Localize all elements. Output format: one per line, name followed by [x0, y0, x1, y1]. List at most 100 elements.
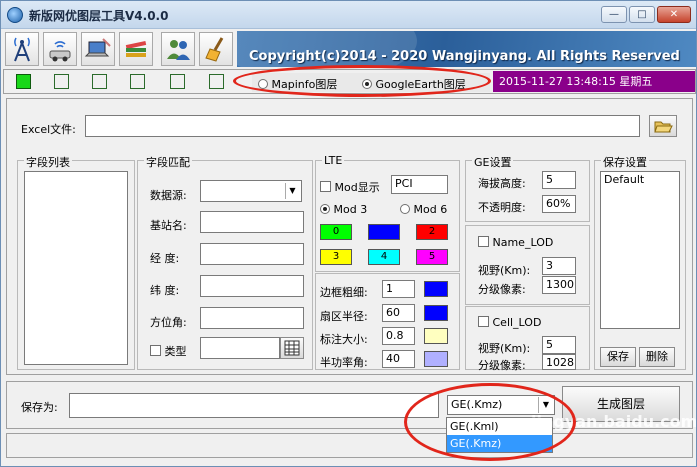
half-power-color-swatch[interactable] [424, 351, 448, 367]
status-led-6 [209, 74, 224, 89]
opacity-input[interactable]: 60% [542, 195, 576, 213]
altitude-input[interactable]: 5 [542, 171, 576, 189]
users-icon [167, 40, 190, 60]
title-bar[interactable]: 新版网优图层工具V4.0.0 — □ ✕ [1, 1, 696, 29]
lte-group: LTE Mod显示 PCI Mod 3 Mod 6 0 2 3 4 5 [315, 154, 460, 272]
delete-button[interactable]: 删除 [639, 347, 675, 367]
save-settings-list[interactable]: Default [600, 171, 680, 329]
data-source-select[interactable]: ▼ [200, 180, 302, 202]
longitude-label: 经 度: [150, 252, 180, 265]
mod-display-value[interactable]: PCI [391, 175, 448, 194]
cell-lod-checkbox[interactable] [478, 316, 489, 327]
broom-button[interactable] [199, 32, 233, 66]
save-settings-title: 保存设置 [601, 154, 649, 170]
table-grid-icon [284, 340, 300, 356]
app-window: 新版网优图层工具V4.0.0 — □ ✕ Copyright(c)2014 - … [0, 0, 697, 467]
googleearth-layer-label: GoogleEarth图层 [375, 78, 466, 91]
type-label: 类型 [164, 345, 187, 358]
mod6-label: Mod 6 [413, 203, 448, 216]
close-button[interactable]: ✕ [657, 6, 691, 23]
mod-color-swatch-4[interactable]: 4 [368, 249, 400, 265]
status-row: Mapinfo图层 GoogleEarth图层 2015-11-27 13:48… [3, 69, 696, 94]
ge-settings-title: GE设置 [472, 154, 514, 170]
excel-file-input[interactable] [85, 115, 640, 137]
antenna-tower-button[interactable] [5, 32, 39, 66]
field-list-box[interactable] [24, 171, 128, 365]
mod-display-checkbox[interactable] [320, 181, 331, 192]
books-button[interactable] [119, 32, 153, 66]
half-power-label: 半功率角: [320, 356, 368, 369]
half-power-input[interactable]: 40 [382, 350, 415, 368]
save-as-input[interactable] [69, 393, 439, 418]
name-lod-label: Name_LOD [492, 236, 554, 249]
chevron-down-icon[interactable]: ▼ [285, 183, 299, 199]
save-button[interactable]: 保存 [600, 347, 636, 367]
laptop-network-icon [84, 38, 111, 57]
status-led-3 [92, 74, 107, 89]
mod-color-swatch-1[interactable] [368, 224, 400, 240]
datetime-display: 2015-11-27 13:48:15 星期五 [493, 71, 695, 92]
cell-pixel-input[interactable]: 1028 [542, 354, 576, 370]
googleearth-layer-option[interactable]: GoogleEarth图层 [362, 76, 466, 92]
name-lod-group: Name_LOD 视野(Km): 3 分级像素: 1300 [465, 225, 590, 305]
mapinfo-radio[interactable] [258, 79, 268, 89]
sector-radius-input[interactable]: 60 [382, 304, 415, 322]
main-panel: Excel文件: 字段列表 字段匹配 数据源: ▼ 基站名: 经 度: 纬 度:… [6, 98, 693, 375]
mapinfo-layer-label: Mapinfo图层 [271, 78, 338, 91]
copyright-text: Copyright(c)2014 - 2020 Wangjinyang. All… [249, 49, 680, 64]
excel-file-label: Excel文件: [21, 123, 76, 136]
label-color-swatch[interactable] [424, 328, 448, 344]
station-name-input[interactable] [200, 211, 304, 233]
copyright-banner: Copyright(c)2014 - 2020 Wangjinyang. All… [237, 31, 696, 67]
broom-icon [205, 37, 224, 62]
mod-color-swatch-5[interactable]: 5 [416, 249, 448, 265]
save-as-label: 保存为: [21, 401, 58, 414]
type-input[interactable] [200, 337, 280, 359]
type-picker-button[interactable] [280, 337, 304, 359]
cell-view-input[interactable]: 5 [542, 336, 576, 354]
type-option[interactable]: 类型 [150, 343, 187, 359]
latitude-label: 纬 度: [150, 284, 180, 297]
mod6-radio[interactable] [400, 204, 410, 214]
maximize-button[interactable]: □ [629, 6, 655, 23]
mod6-option[interactable]: Mod 6 [400, 203, 447, 216]
name-lod-option[interactable]: Name_LOD [478, 236, 553, 249]
minimize-button[interactable]: — [601, 6, 627, 23]
cell-lod-label: Cell_LOD [492, 316, 542, 329]
open-folder-button[interactable] [649, 115, 677, 137]
type-checkbox[interactable] [150, 345, 161, 356]
name-pixel-label: 分级像素: [478, 283, 526, 296]
border-width-input[interactable]: 1 [382, 280, 415, 298]
mod3-label: Mod 3 [333, 203, 368, 216]
googleearth-radio[interactable] [362, 79, 372, 89]
longitude-input[interactable] [200, 243, 304, 265]
name-pixel-input[interactable]: 1300 [542, 276, 576, 294]
mod-color-swatch-0[interactable]: 0 [320, 224, 352, 240]
field-list-title: 字段列表 [24, 154, 72, 170]
azimuth-label: 方位角: [150, 316, 187, 329]
status-led-2 [54, 74, 69, 89]
lte-style-group: 边框粗细: 1 扇区半径: 60 标注大小: 0.8 半功率角: 40 [315, 273, 460, 370]
mod-color-swatch-3[interactable]: 3 [320, 249, 352, 265]
cell-lod-option[interactable]: Cell_LOD [478, 316, 541, 329]
label-size-input[interactable]: 0.8 [382, 327, 415, 345]
name-view-input[interactable]: 3 [542, 257, 576, 275]
border-color-swatch[interactable] [424, 281, 448, 297]
name-lod-checkbox[interactable] [478, 236, 489, 247]
mapinfo-layer-option[interactable]: Mapinfo图层 [258, 76, 337, 92]
cell-pixel-label: 分级像素: [478, 359, 526, 372]
mod-display-option[interactable]: Mod显示 [320, 179, 380, 195]
layer-type-selector: Mapinfo图层 GoogleEarth图层 [252, 73, 490, 92]
mod3-radio[interactable] [320, 204, 330, 214]
sector-color-swatch[interactable] [424, 305, 448, 321]
mod-color-swatch-2[interactable]: 2 [416, 224, 448, 240]
save-settings-item[interactable]: Default [604, 172, 679, 188]
laptop-network-button[interactable] [81, 32, 115, 66]
users-button[interactable] [161, 32, 195, 66]
format-option-kmz[interactable]: GE(.Kmz) [447, 435, 552, 452]
latitude-input[interactable] [200, 275, 304, 297]
wifi-car-button[interactable] [43, 32, 77, 66]
status-led-4 [130, 74, 145, 89]
mod3-option[interactable]: Mod 3 [320, 203, 367, 216]
azimuth-input[interactable] [200, 307, 304, 329]
